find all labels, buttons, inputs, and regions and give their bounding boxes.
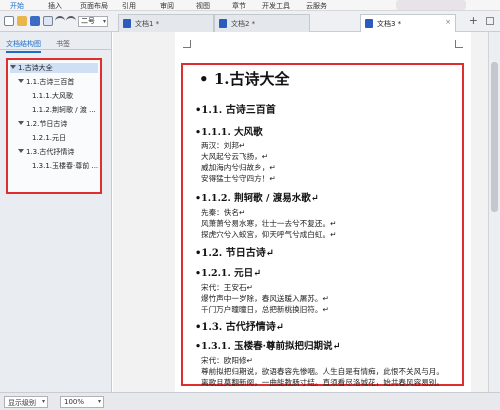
ribbon-tab-view[interactable]: 视图 [196,1,210,11]
poem-line: 威加海内兮归故乡，↵ [201,163,276,172]
zoom-select[interactable]: 100% ▾ [60,396,104,408]
font-size-value: 二号 [81,17,95,25]
heading-3: •1.1.2. 荆轲歌 / 渡易水歌↵ [195,193,319,204]
ribbon-tab-review[interactable]: 审阅 [160,1,174,11]
poem-line: 风萧萧兮易水寒，壮士一去兮不复还。↵ [201,219,337,228]
outline-item-level1[interactable]: 1.古诗大全 [10,63,98,73]
ribbon-tab-page-layout[interactable]: 页面布局 [80,1,108,11]
word-doc-icon [365,19,373,28]
heading-3: •1.3.1. 玉楼春·尊前拟把归期说↵ [195,341,341,352]
doc-tab-3[interactable]: 文档3 * × [360,14,456,32]
print-icon[interactable] [43,16,53,26]
panel-tabs: 文档结构图 书签 [0,36,112,53]
chevron-down-icon: ▾ [102,18,106,25]
ribbon-tabs: 开始 插入 页面布局 引用 审阅 视图 章节 开发工具 云服务 [0,0,500,13]
page-corner-mark [455,40,463,48]
collapse-icon[interactable] [18,121,24,125]
poem-line: 安得猛士兮守四方！↵ [201,174,276,183]
user-profile-area[interactable] [396,0,466,10]
tab-document-map[interactable]: 文档结构图 [6,39,41,53]
document-map-panel: 文档结构图 书签 1.古诗大全 1.1.古诗三百首 1.1.1.大风歌 1.1.… [0,32,112,392]
heading-3: •1.2.1. 元日↵ [195,268,262,279]
vertical-scrollbar[interactable] [488,32,500,392]
undo-icon[interactable] [55,16,65,26]
ribbon-tab-start[interactable]: 开始 [10,1,24,13]
bullet: • [199,70,214,88]
outline-level-label: 显示级别 [8,399,36,407]
outline-item-level2[interactable]: 1.2.节日古诗 [18,119,98,129]
heading-1: • 1.古诗大全 [199,70,290,88]
ribbon-tab-developer[interactable]: 开发工具 [262,1,290,11]
poem-author: 宋代：欧阳修↵ [201,356,253,365]
outline-item-level2[interactable]: 1.3.古代抒情诗 [18,147,98,157]
poem-line: 爆竹声中一岁除，春风送暖入屠苏。↵ [201,294,329,303]
outline-item-level3[interactable]: 1.1.1.大风歌 [32,91,98,101]
open-folder-icon[interactable] [17,16,27,26]
doc-tab-label: 文档1 * [135,20,160,28]
doc-tab-label: 文档2 * [231,20,256,28]
new-doc-icon[interactable] [4,16,14,26]
word-doc-icon [219,19,227,28]
poem-author: 两汉：刘邦↵ [201,141,246,150]
ribbon-tab-cloud[interactable]: 云服务 [306,1,327,11]
poem-author: 先秦：佚名↵ [201,208,246,217]
collapse-icon[interactable] [18,79,24,83]
chevron-down-icon: ▾ [97,398,101,405]
outline-tree: 1.古诗大全 1.1.古诗三百首 1.1.1.大风歌 1.1.2.荆轲歌 / 渡… [6,58,102,194]
heading-2: •1.1. 古诗三百首 [195,105,276,116]
font-size-select[interactable]: 二号 ▾ [78,16,108,27]
quick-toolbar: 二号 ▾ 文档1 * 文档2 * 文档3 * × + [0,11,500,32]
status-bar: 显示级别 ▾ 100% ▾ [0,392,500,410]
chevron-down-icon: ▾ [41,398,45,405]
doc-tab-1[interactable]: 文档1 * [118,14,214,32]
new-tab-icon[interactable]: + [469,14,478,27]
redo-icon[interactable] [66,16,76,26]
heading-2: •1.3. 古代抒情诗↵ [195,322,285,333]
word-doc-icon [123,19,131,28]
zoom-value: 100% [64,398,85,406]
outline-item-level2[interactable]: 1.1.古诗三百首 [18,77,98,87]
doc-tab-2[interactable]: 文档2 * [214,14,310,32]
poem-author: 宋代：王安石↵ [201,283,253,292]
poem-line: 尊前拟把归期说，欲语春容先惨咽。人生自是有情痴，此恨不关风与月。 [201,367,444,376]
scrollbar-thumb[interactable] [491,62,498,212]
page-corner-mark [183,40,191,48]
outline-level-select[interactable]: 显示级别 ▾ [4,396,48,408]
heading-3: •1.1.1. 大风歌 [195,127,263,138]
collapse-icon[interactable] [18,149,24,153]
tab-bookmarks[interactable]: 书签 [56,39,70,49]
window-restore-icon[interactable] [486,17,494,25]
poem-line: 大风起兮云飞扬，↵ [201,152,269,161]
outline-item-level3[interactable]: 1.1.2.荆轲歌 / 渡 ... [32,105,98,115]
poem-line: 离歌且莫翻新阕，一曲能教肠寸结。直须看尽洛城花，始共春风容易别。 [201,378,444,387]
outline-item-level3[interactable]: 1.2.1.元日 [32,133,98,143]
ribbon-tab-references[interactable]: 引用 [122,1,136,11]
ribbon-tab-chapter[interactable]: 章节 [232,1,246,11]
poem-line: 千门万户曈曈日，总把新桃换旧符。↵ [201,305,329,314]
doc-tab-label: 文档3 * [377,20,402,28]
poem-line: 探虎穴兮入蛟宫，仰天呼气兮成白虹。↵ [201,230,337,239]
outline-item-level3[interactable]: 1.3.1.玉楼春·尊前 ... [32,161,98,171]
save-icon[interactable] [30,16,40,26]
ribbon-tab-insert[interactable]: 插入 [48,1,62,11]
close-tab-icon[interactable]: × [445,18,451,26]
collapse-icon[interactable] [10,65,16,69]
heading-2: •1.2. 节日古诗↵ [195,248,275,259]
